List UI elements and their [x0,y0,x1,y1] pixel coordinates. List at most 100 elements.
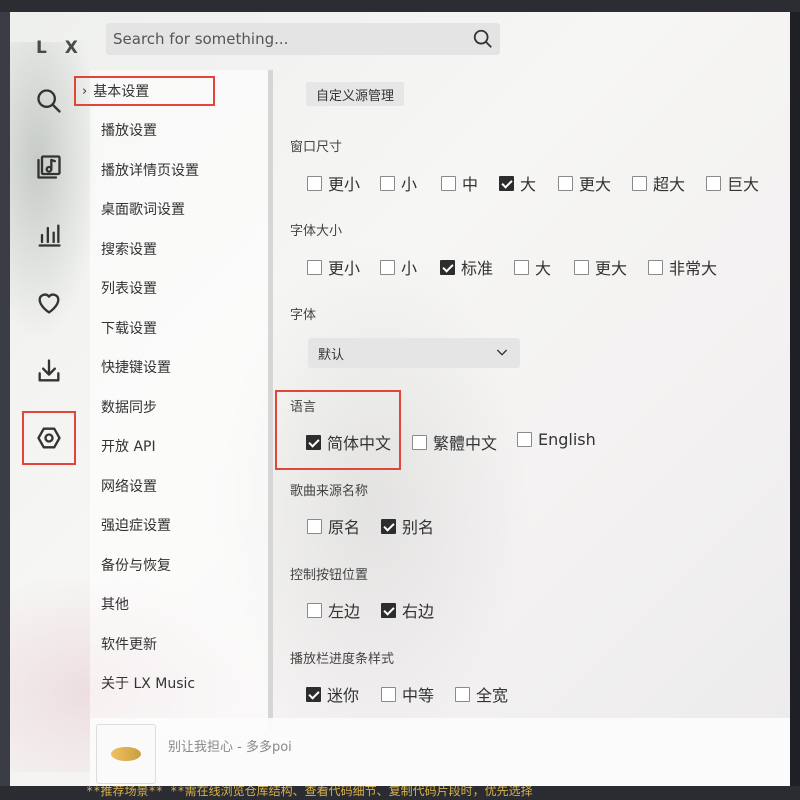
option-label: 全宽 [476,686,509,705]
nav-music-library-button[interactable] [30,148,68,186]
option-label: 繁體中文 [433,434,498,453]
checkbox[interactable] [499,175,514,191]
checkbox[interactable] [307,175,322,191]
window-size-option[interactable]: 更大 [558,171,611,195]
language-option[interactable]: 简体中文 [306,430,391,454]
section-title-source-name: 歌曲来源名称 [290,484,369,499]
progress-style-option[interactable]: 中等 [381,682,434,706]
font-size-option[interactable]: 小 [380,255,417,279]
option-label: 左边 [328,602,361,621]
window-size-option[interactable]: 巨大 [706,171,759,195]
control-position-option[interactable]: 左边 [307,598,360,622]
checkbox[interactable] [381,518,396,534]
checkbox[interactable] [455,686,470,702]
checkbox[interactable] [517,432,532,447]
checkbox[interactable] [307,259,322,275]
checkbox[interactable] [306,434,321,450]
option-label: 巨大 [727,175,760,194]
search-icon [37,89,61,113]
sidebar-item-other[interactable]: 其他 [101,594,129,614]
section-title-progress-style: 播放栏进度条样式 [290,652,395,667]
checkbox[interactable] [514,259,529,275]
window-size-option[interactable]: 更小 [307,171,360,195]
window-size-option[interactable]: 大 [499,171,536,195]
checkbox[interactable] [574,259,589,275]
checkbox[interactable] [381,602,396,618]
option-label: 更大 [595,259,628,278]
app-logo: L X [36,38,84,58]
nav-favorites-button[interactable] [30,284,68,322]
leaderboard-icon [38,224,61,247]
sidebar-item-playback[interactable]: 播放设置 [101,120,157,140]
font-select[interactable]: 默认 [308,338,520,368]
download-icon [38,359,60,382]
nav-leaderboard-button[interactable] [30,216,68,254]
sidebar-item-update[interactable]: 软件更新 [101,634,157,654]
option-label: 小 [401,175,418,194]
track-info[interactable]: 别让我担心 - 多多poi [168,736,292,755]
search-button[interactable] [472,28,494,50]
font-size-option[interactable]: 非常大 [648,255,717,279]
checkbox[interactable] [380,175,395,191]
checkbox[interactable] [412,434,427,450]
window-size-option[interactable]: 超大 [632,171,685,195]
sidebar-item-basic[interactable]: › 基本设置 [74,76,215,106]
window-size-option[interactable]: 小 [380,171,417,195]
window-size-option[interactable]: 中 [441,171,478,195]
sidebar-item-ocd[interactable]: 强迫症设置 [101,515,171,535]
option-label: 标准 [461,259,494,278]
language-option[interactable]: English [517,430,596,449]
nav-download-button[interactable] [30,352,68,390]
nav-settings-button[interactable] [22,411,76,465]
checkbox[interactable] [706,175,721,191]
search-input[interactable]: Search for something... [106,23,500,55]
checkbox[interactable] [440,259,455,275]
sidebar-item-sync[interactable]: 数据同步 [101,397,157,417]
control-position-option[interactable]: 右边 [381,598,434,622]
option-label: 中等 [402,686,435,705]
font-size-option[interactable]: 标准 [440,255,493,279]
sidebar-item-network[interactable]: 网络设置 [101,476,157,496]
font-size-option[interactable]: 大 [514,255,551,279]
checkbox[interactable] [381,686,396,702]
nav-search-button[interactable] [30,82,68,120]
font-size-option[interactable]: 更小 [307,255,360,279]
option-label: 更大 [579,175,612,194]
checkbox[interactable] [558,175,573,191]
player-bar: 别让我担心 - 多多poi [90,718,790,786]
checkbox[interactable] [307,602,322,618]
album-cover[interactable] [96,724,156,784]
section-title-font-size: 字体大小 [290,224,343,239]
sidebar-item-search[interactable]: 搜索设置 [101,239,157,259]
sidebar-item-play-detail[interactable]: 播放详情页设置 [101,160,199,180]
sidebar-item-hotkey[interactable]: 快捷键设置 [101,357,171,377]
background-code-text: **推荐场景** **需在线浏览仓库结构、查看代码细节、复制代码片段时，优先选择 [86,786,533,798]
background-top-bar [0,0,800,12]
sidebar-item-open-api[interactable]: 开放 API [101,436,156,456]
sidebar-item-list[interactable]: 列表设置 [101,278,157,298]
font-size-option[interactable]: 更大 [574,255,627,279]
section-title-font: 字体 [290,308,317,323]
checkbox[interactable] [632,175,647,191]
sidebar-item-about[interactable]: 关于 LX Music [101,673,195,693]
language-option[interactable]: 繁體中文 [412,430,497,454]
sidebar-item-download[interactable]: 下载设置 [101,318,157,338]
progress-style-option[interactable]: 迷你 [306,682,359,706]
search-placeholder: Search for something... [113,30,289,48]
option-label: 大 [520,175,537,194]
option-label: 小 [401,259,418,278]
section-title-language: 语言 [290,400,317,415]
source-name-option[interactable]: 原名 [307,514,360,538]
sidebar-item-desktop-lyric[interactable]: 桌面歌词设置 [101,199,185,219]
custom-source-button[interactable]: 自定义源管理 [306,82,404,106]
checkbox[interactable] [306,686,321,702]
sidebar-item-backup[interactable]: 备份与恢复 [101,555,171,575]
sidebar-scrollbar[interactable] [268,70,273,730]
checkbox[interactable] [380,259,395,275]
progress-style-option[interactable]: 全宽 [455,682,508,706]
checkbox[interactable] [441,175,456,191]
checkbox[interactable] [307,518,322,534]
checkbox[interactable] [648,259,663,275]
source-name-option[interactable]: 别名 [381,514,434,538]
chevron-right-icon: › [82,83,88,99]
